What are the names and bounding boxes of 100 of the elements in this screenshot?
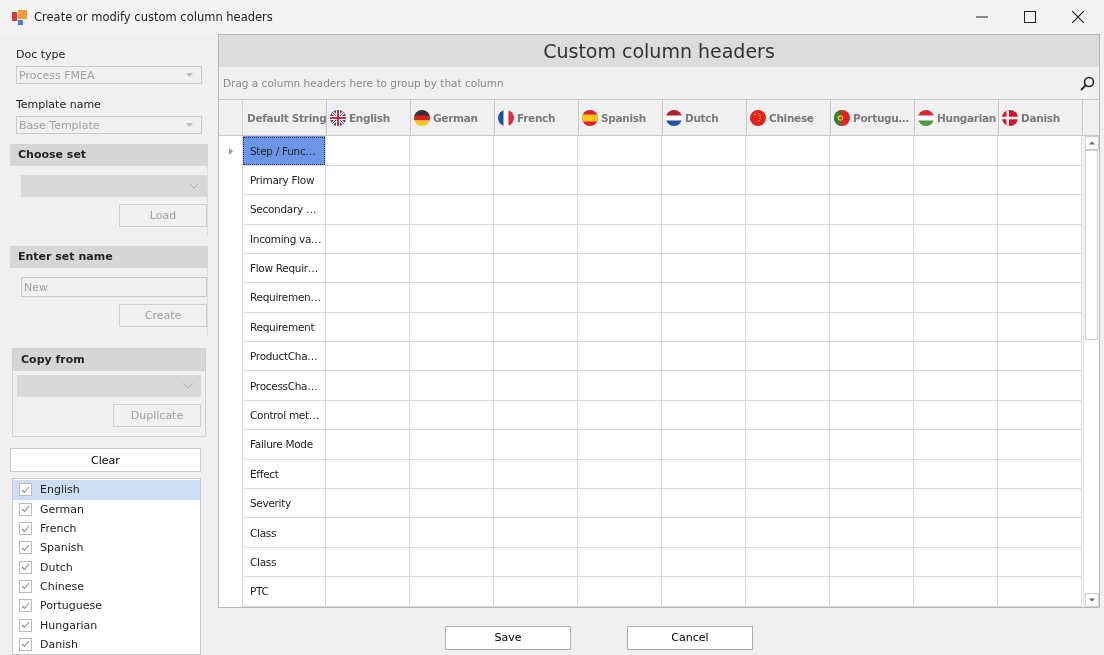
- table-cell[interactable]: [410, 253, 494, 284]
- table-cell[interactable]: [578, 577, 662, 607]
- table-cell[interactable]: Flow Requir…: [242, 253, 326, 284]
- table-cell[interactable]: [494, 547, 578, 578]
- search-icon[interactable]: [1080, 75, 1095, 91]
- table-cell[interactable]: [998, 371, 1082, 401]
- table-cell[interactable]: [578, 547, 662, 578]
- table-cell[interactable]: Incoming va…: [242, 224, 326, 254]
- table-cell[interactable]: [998, 459, 1082, 489]
- table-cell[interactable]: [830, 489, 914, 519]
- checkbox[interactable]: [19, 618, 32, 632]
- table-cell[interactable]: [746, 342, 830, 372]
- table-cell[interactable]: [746, 253, 830, 284]
- table-cell[interactable]: Step / Func…: [242, 136, 326, 166]
- table-cell[interactable]: [578, 489, 662, 519]
- table-cell[interactable]: [830, 165, 914, 196]
- table-cell[interactable]: [494, 459, 578, 489]
- table-cell[interactable]: [746, 165, 830, 196]
- table-cell[interactable]: [662, 547, 746, 578]
- table-cell[interactable]: [662, 136, 746, 166]
- column-header[interactable]: Dutch: [663, 100, 747, 136]
- scroll-down-icon[interactable]: [1084, 592, 1099, 607]
- column-header[interactable]: Default String: [243, 100, 327, 136]
- set-dropdown[interactable]: [21, 175, 207, 198]
- checkbox[interactable]: [19, 522, 32, 536]
- language-item[interactable]: Spanish: [13, 538, 200, 558]
- table-cell[interactable]: Class: [242, 518, 326, 548]
- table-cell[interactable]: [410, 518, 494, 548]
- table-cell[interactable]: [662, 459, 746, 489]
- table-cell[interactable]: [830, 400, 914, 431]
- table-cell[interactable]: [578, 371, 662, 401]
- table-cell[interactable]: [746, 371, 830, 401]
- clear-button[interactable]: Clear: [10, 448, 201, 473]
- table-cell[interactable]: [326, 518, 410, 548]
- column-header[interactable]: Hungarian: [915, 100, 999, 136]
- table-cell[interactable]: [830, 312, 914, 343]
- table-cell[interactable]: [326, 165, 410, 196]
- table-cell[interactable]: [662, 342, 746, 372]
- table-cell[interactable]: [578, 195, 662, 225]
- table-cell[interactable]: [830, 518, 914, 548]
- table-cell[interactable]: [662, 577, 746, 607]
- column-header[interactable]: French: [495, 100, 579, 136]
- table-cell[interactable]: [662, 165, 746, 196]
- table-cell[interactable]: [746, 400, 830, 431]
- table-cell[interactable]: [578, 400, 662, 431]
- table-cell[interactable]: [662, 253, 746, 284]
- language-item[interactable]: German: [13, 499, 200, 519]
- table-cell[interactable]: [914, 342, 998, 372]
- table-cell[interactable]: [914, 400, 998, 431]
- table-cell[interactable]: [578, 165, 662, 196]
- table-cell[interactable]: Effect: [242, 459, 326, 489]
- table-cell[interactable]: [914, 547, 998, 578]
- checkbox[interactable]: [19, 502, 32, 516]
- checkbox[interactable]: [19, 637, 32, 651]
- table-cell[interactable]: [998, 342, 1082, 372]
- language-item[interactable]: Portuguese: [13, 596, 200, 616]
- table-cell[interactable]: Secondary …: [242, 195, 326, 225]
- checkbox[interactable]: [19, 579, 32, 593]
- checkbox[interactable]: [19, 560, 32, 574]
- table-cell[interactable]: [998, 489, 1082, 519]
- table-cell[interactable]: [578, 342, 662, 372]
- column-header[interactable]: English: [327, 100, 411, 136]
- language-item[interactable]: Dutch: [13, 557, 200, 577]
- table-cell[interactable]: [914, 283, 998, 313]
- language-item[interactable]: Danish: [13, 634, 200, 654]
- table-cell[interactable]: Primary Flow: [242, 165, 326, 196]
- table-cell[interactable]: [998, 400, 1082, 431]
- table-cell[interactable]: [998, 312, 1082, 343]
- maximize-icon[interactable]: [1024, 11, 1036, 24]
- table-cell[interactable]: Control met…: [242, 400, 326, 431]
- table-cell[interactable]: [914, 489, 998, 519]
- table-cell[interactable]: [998, 430, 1082, 460]
- table-cell[interactable]: [914, 312, 998, 343]
- table-cell[interactable]: [494, 224, 578, 254]
- scroll-up-icon[interactable]: [1084, 136, 1099, 151]
- table-cell[interactable]: [746, 459, 830, 489]
- table-cell[interactable]: [410, 165, 494, 196]
- column-header[interactable]: Danish: [999, 100, 1083, 136]
- table-cell[interactable]: [410, 195, 494, 225]
- table-cell[interactable]: [578, 283, 662, 313]
- table-cell[interactable]: [494, 195, 578, 225]
- table-cell[interactable]: Failure Mode: [242, 430, 326, 460]
- table-cell[interactable]: [326, 459, 410, 489]
- table-cell[interactable]: [662, 195, 746, 225]
- column-header[interactable]: Chinese: [747, 100, 831, 136]
- table-cell[interactable]: [914, 224, 998, 254]
- table-cell[interactable]: [914, 136, 998, 166]
- table-cell[interactable]: [578, 136, 662, 166]
- table-cell[interactable]: [578, 253, 662, 284]
- table-cell[interactable]: ProductCha…: [242, 342, 326, 372]
- table-cell[interactable]: [662, 224, 746, 254]
- table-cell[interactable]: [410, 312, 494, 343]
- table-cell[interactable]: [998, 224, 1082, 254]
- table-cell[interactable]: [998, 283, 1082, 313]
- scrollbar[interactable]: [1083, 136, 1099, 607]
- language-item[interactable]: Chinese: [13, 576, 200, 597]
- table-cell[interactable]: [746, 430, 830, 460]
- table-cell[interactable]: [746, 136, 830, 166]
- table-cell[interactable]: [662, 430, 746, 460]
- table-cell[interactable]: [998, 195, 1082, 225]
